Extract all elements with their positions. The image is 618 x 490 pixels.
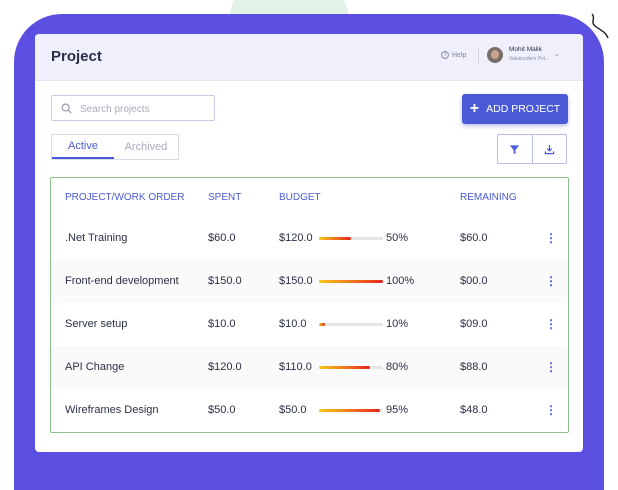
- budget-percent: 10%: [386, 318, 409, 330]
- remaining-value: $88.0: [460, 361, 488, 373]
- squiggle-decoration: [591, 13, 609, 39]
- add-project-button[interactable]: + ADD PROJECT: [462, 94, 568, 124]
- more-vertical-icon[interactable]: ⋮: [545, 232, 557, 244]
- column-header-spent[interactable]: SPENT: [208, 192, 241, 203]
- more-vertical-icon[interactable]: ⋮: [545, 361, 557, 373]
- spent-value: $10.0: [208, 318, 236, 330]
- project-card: Project ? Help Mohit Malik Valuecoders P…: [35, 34, 583, 452]
- help-circle-icon: ?: [441, 51, 449, 59]
- help-link[interactable]: ? Help: [441, 51, 466, 59]
- table-row[interactable]: Front-end development $150.0 $150.0 100%…: [51, 260, 568, 303]
- table-actions: [497, 134, 567, 164]
- plus-icon: +: [469, 100, 480, 117]
- more-vertical-icon[interactable]: ⋮: [545, 275, 557, 287]
- budget-progress-bar: [319, 366, 383, 369]
- budget-percent: 100%: [386, 275, 415, 287]
- spent-value: $50.0: [208, 404, 236, 416]
- project-name: Server setup: [65, 318, 128, 330]
- page-title: Project: [51, 48, 102, 65]
- more-vertical-icon[interactable]: ⋮: [545, 404, 557, 416]
- chevron-down-icon[interactable]: ⌄: [554, 50, 560, 58]
- table-row[interactable]: Server setup $10.0 $10.0 10% $09.0 ⋮: [51, 303, 568, 346]
- filter-icon: [510, 144, 520, 154]
- header-divider: [478, 49, 479, 63]
- column-header-remaining[interactable]: REMAINING: [460, 192, 517, 203]
- budget-progress-fill: [319, 366, 371, 369]
- page-header: Project ? Help Mohit Malik Valuecoders P…: [35, 34, 583, 81]
- projects-table: PROJECT/WORK ORDER SPENT BUDGET REMAININ…: [50, 177, 569, 433]
- project-name: .Net Training: [65, 232, 128, 244]
- tab-active[interactable]: Active: [52, 135, 114, 159]
- project-name: API Change: [65, 361, 125, 373]
- search-box: [51, 95, 215, 121]
- spent-value: $60.0: [208, 232, 236, 244]
- remaining-value: $48.0: [460, 404, 488, 416]
- column-header-budget[interactable]: BUDGET: [279, 192, 321, 203]
- budget-value: $120.0: [279, 232, 313, 244]
- remaining-value: $00.0: [460, 275, 488, 287]
- table-row[interactable]: .Net Training $60.0 $120.0 50% $60.0 ⋮: [51, 217, 568, 260]
- budget-progress-bar: [319, 237, 383, 240]
- filter-button[interactable]: [498, 135, 533, 163]
- budget-progress-bar: [319, 409, 383, 412]
- download-button[interactable]: [533, 135, 567, 163]
- help-label: Help: [452, 51, 467, 59]
- budget-progress-fill: [319, 409, 380, 412]
- table-row[interactable]: API Change $120.0 $110.0 80% $88.0 ⋮: [51, 346, 568, 389]
- budget-progress-fill: [319, 323, 326, 326]
- project-name: Wireframes Design: [65, 404, 159, 416]
- budget-percent: 95%: [386, 404, 409, 416]
- budget-progress-bar: [319, 280, 383, 283]
- budget-percent: 50%: [386, 232, 409, 244]
- user-org: Valuecoders Pvt...: [509, 56, 550, 62]
- budget-progress-bar: [319, 323, 383, 326]
- project-name: Front-end development: [65, 275, 179, 287]
- search-icon: [61, 103, 72, 114]
- status-tabs: Active Archived: [51, 134, 179, 160]
- budget-progress-fill: [319, 237, 351, 240]
- remaining-value: $60.0: [460, 232, 488, 244]
- tab-archived[interactable]: Archived: [114, 135, 178, 159]
- download-icon: [544, 144, 554, 154]
- budget-value: $50.0: [279, 404, 307, 416]
- budget-value: $110.0: [279, 361, 312, 373]
- budget-value: $150.0: [279, 275, 313, 287]
- column-header-project[interactable]: PROJECT/WORK ORDER: [65, 192, 184, 203]
- search-input[interactable]: [78, 100, 212, 118]
- spent-value: $150.0: [208, 275, 242, 287]
- budget-value: $10.0: [279, 318, 307, 330]
- user-name[interactable]: Mohit Malik: [509, 46, 542, 53]
- spent-value: $120.0: [208, 361, 242, 373]
- budget-progress-fill: [319, 280, 383, 283]
- remaining-value: $09.0: [460, 318, 488, 330]
- budget-percent: 80%: [386, 361, 409, 373]
- more-vertical-icon[interactable]: ⋮: [545, 318, 557, 330]
- avatar[interactable]: [487, 47, 503, 63]
- add-project-label: ADD PROJECT: [486, 103, 561, 115]
- table-row[interactable]: Wireframes Design $50.0 $50.0 95% $48.0 …: [51, 389, 568, 432]
